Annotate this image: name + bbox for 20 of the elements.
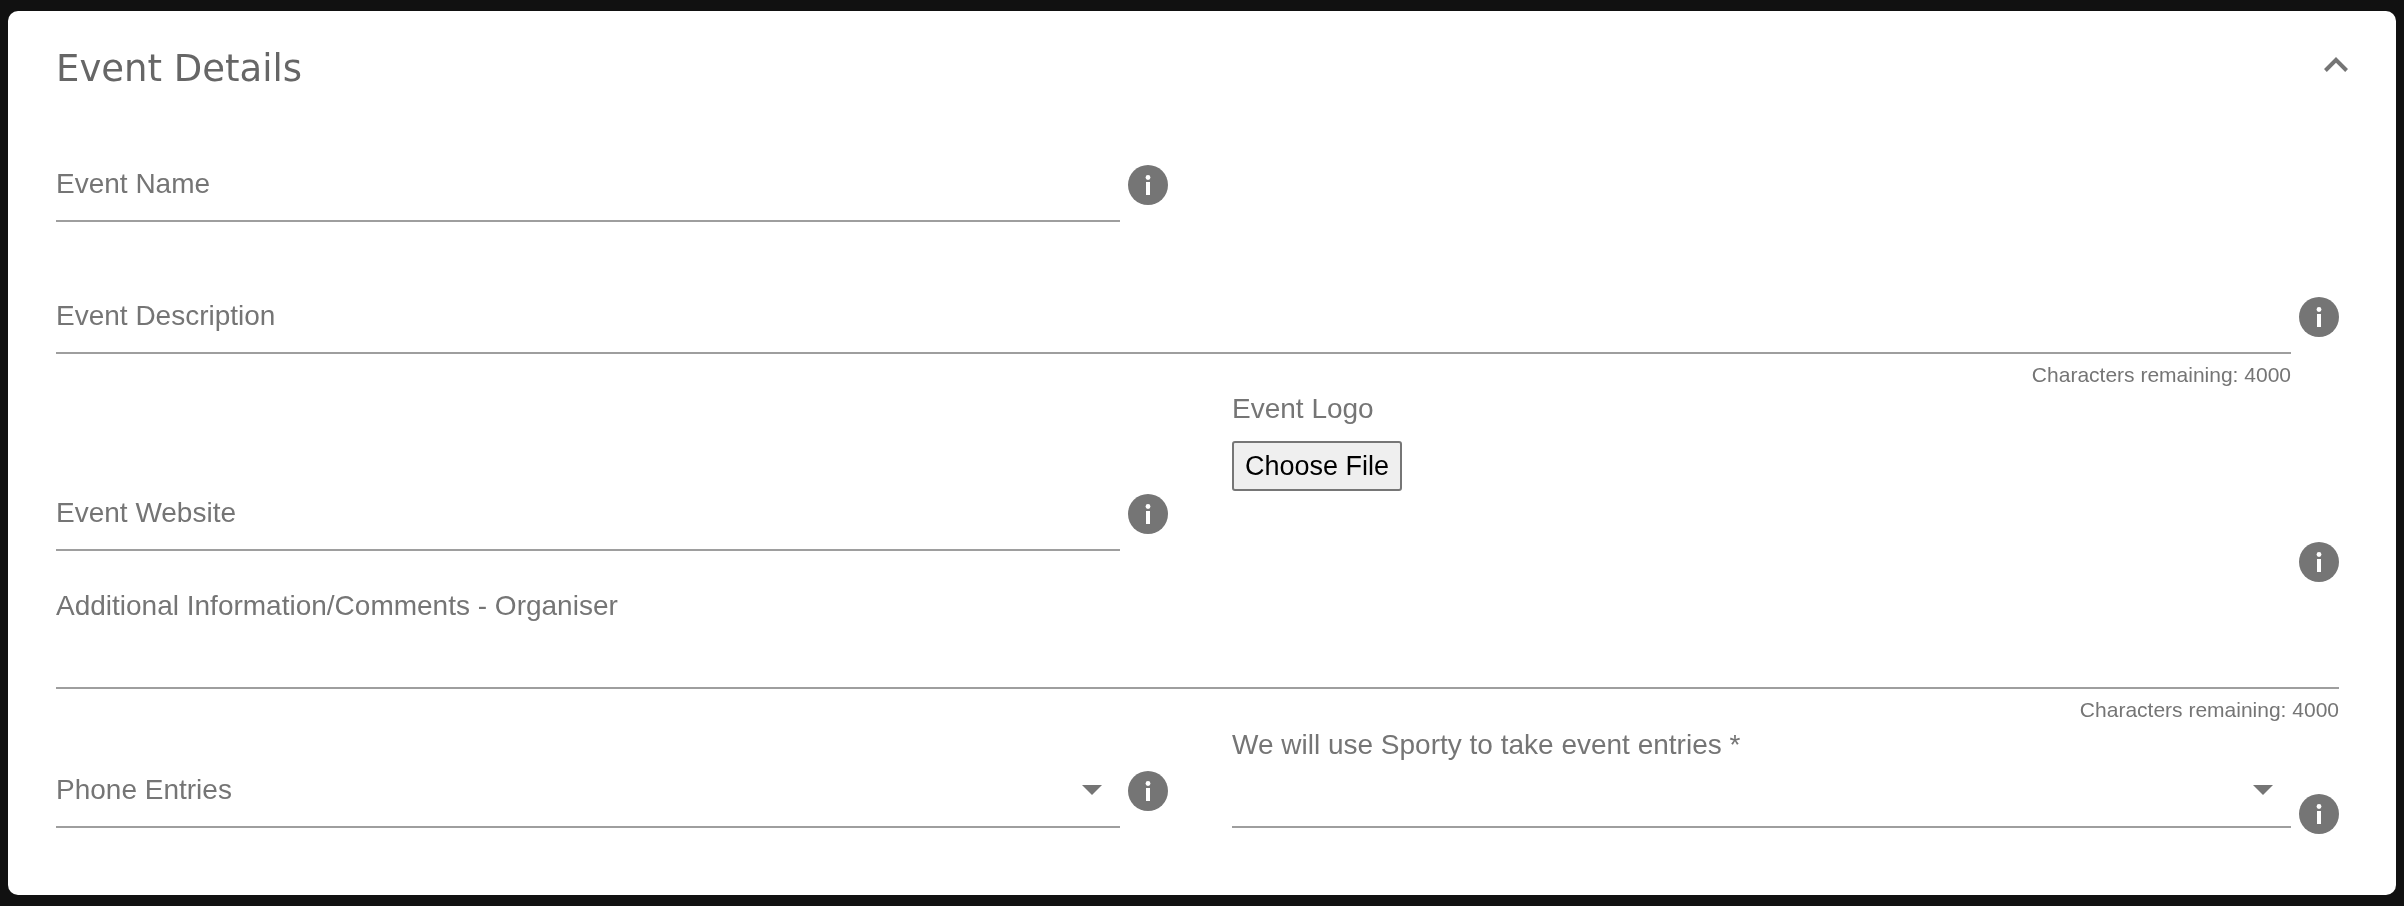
info-icon[interactable] [1128, 165, 1168, 205]
info-icon[interactable] [2299, 794, 2339, 834]
dropdown-caret-icon [2253, 785, 2273, 795]
info-icon[interactable] [2299, 542, 2339, 582]
panel-title: Event Details [56, 46, 303, 92]
field-label: We will use Sporty to take event entries * [1232, 729, 1741, 761]
choose-file-button[interactable]: Choose File [1232, 441, 1403, 491]
info-icon[interactable] [2299, 297, 2339, 337]
textarea-field[interactable]: Event Description [56, 300, 2291, 354]
select-field[interactable]: Phone Entries [56, 774, 1120, 828]
dropdown-caret-icon [1082, 785, 1102, 795]
info-icon[interactable] [1128, 494, 1168, 534]
field-label: Event Logo [1232, 393, 1374, 425]
character-count: Characters remaining: 4000 [2031, 363, 2291, 387]
character-count: Characters remaining: 4000 [2079, 698, 2339, 722]
info-icon[interactable] [1128, 771, 1168, 811]
text-field[interactable]: Event Website [56, 497, 1120, 551]
text-field[interactable]: Event Name [56, 168, 1120, 222]
field-label: Additional Information/Comments - Organiser [56, 590, 618, 622]
chevron-up-icon[interactable] [2324, 57, 2348, 72]
